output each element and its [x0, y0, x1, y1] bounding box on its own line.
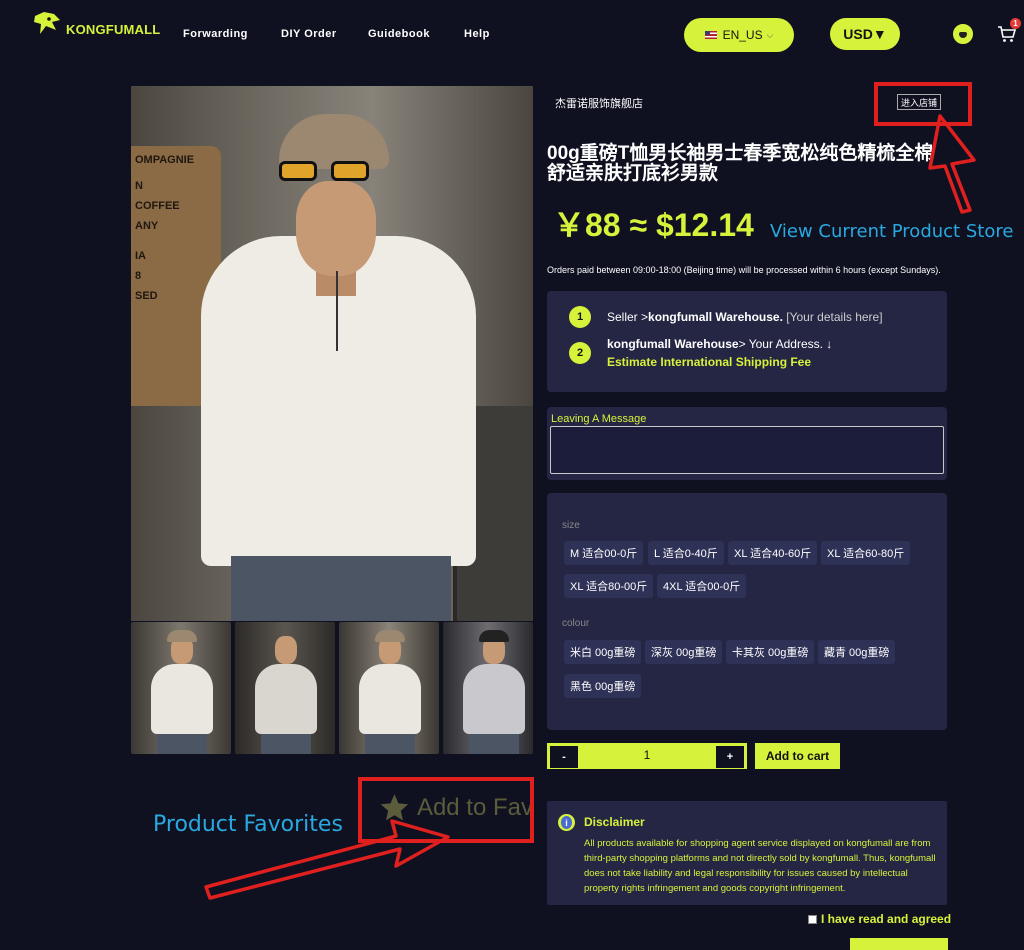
add-to-cart-button[interactable]: Add to cart: [755, 743, 840, 769]
estimate-shipping-link[interactable]: Estimate International Shipping Fee: [607, 355, 811, 369]
brand-name: KONGFUMALL: [66, 21, 161, 37]
quantity-input[interactable]: 1: [576, 748, 718, 762]
size-option[interactable]: L 适合0-40斤: [648, 541, 724, 565]
language-selector[interactable]: EN_US ⌵: [684, 18, 794, 52]
model-necklace: [336, 271, 338, 351]
thumbnail-4[interactable]: [443, 622, 533, 754]
photo-text: SED: [135, 290, 158, 302]
photo-text: ANY: [135, 220, 159, 232]
currency-selector[interactable]: USD▼: [830, 18, 900, 50]
nav-link-guidebook[interactable]: Guidebook: [368, 28, 430, 40]
colour-option[interactable]: 卡其灰 00g重磅: [726, 640, 815, 664]
shipping-step-1: Seller >kongfumall Warehouse. [Your deta…: [607, 310, 883, 324]
buy-now-button[interactable]: [850, 938, 948, 950]
thumbnail-2[interactable]: [235, 622, 335, 754]
info-icon: [558, 814, 575, 831]
photo-text: N: [135, 180, 143, 192]
nav-link-diy-order[interactable]: DIY Order: [281, 28, 337, 40]
annotation-box-store: [874, 82, 972, 126]
options-card: size M 适合00-0斤 L 适合0-40斤 XL 适合40-60斤 XL …: [547, 493, 947, 730]
nav-link-help[interactable]: Help: [464, 28, 490, 40]
annotation-store-label: View Current Product Store: [770, 221, 1014, 242]
shipping-route-card: 1 Seller >kongfumall Warehouse. [Your de…: [547, 291, 947, 392]
step-number: 1: [569, 306, 591, 328]
size-option[interactable]: XL 适合40-60斤: [728, 541, 818, 565]
decrease-quantity-button[interactable]: -: [550, 746, 578, 768]
currency-label: USD▼: [843, 26, 887, 42]
top-nav: KONGFUMALL Forwarding DIY Order Guideboo…: [0, 0, 1024, 68]
language-label: EN_US: [722, 28, 763, 42]
shipping-step-2: kongfumall Warehouse> Your Address. ↓: [607, 337, 833, 351]
brand-logo[interactable]: KONGFUMALL: [32, 10, 160, 38]
size-title: size: [562, 520, 580, 531]
main-product-image[interactable]: OMPAGNIE N COFFEE ANY IA 8 SED: [131, 86, 533, 621]
photo-text: 8: [135, 270, 142, 282]
chevron-down-icon: ⌵: [766, 29, 774, 40]
disclaimer-card: Disclaimer All products available for sh…: [547, 801, 947, 905]
user-avatar-icon[interactable]: [953, 24, 973, 44]
disclaimer-title: Disclaimer: [584, 815, 645, 829]
model-jeans: [231, 556, 451, 621]
size-option[interactable]: 4XL 适合00-0斤: [657, 574, 747, 598]
nav-link-forwarding[interactable]: Forwarding: [183, 28, 248, 40]
photo-text: OMPAGNIE: [135, 154, 195, 166]
message-card: Leaving A Message: [547, 407, 947, 480]
agree-checkbox[interactable]: [808, 914, 817, 924]
product-title: 00g重磅T恤男长袖男士春季宽松纯色精梳全棉舒适亲肤打底衫男款: [547, 143, 934, 184]
thumbnail-1[interactable]: [131, 622, 231, 754]
annotation-box-favorites: [358, 777, 534, 843]
thumbnail-3[interactable]: [339, 622, 439, 754]
size-option[interactable]: XL 适合80-00斤: [564, 574, 654, 598]
photo-text: IA: [135, 250, 146, 262]
increase-quantity-button[interactable]: +: [716, 746, 744, 768]
cart-count-badge: 1: [1010, 18, 1021, 29]
message-label: Leaving A Message: [551, 413, 647, 425]
colour-option[interactable]: 黑色 00g重磅: [564, 674, 642, 698]
product-price: ￥88 ≈ $12.14: [553, 207, 754, 243]
logo-mark-icon: [32, 10, 62, 38]
colour-option[interactable]: 藏青 00g重磅: [818, 640, 896, 664]
agree-checkbox-row[interactable]: I have read and agreed: [808, 912, 951, 926]
size-option[interactable]: M 适合00-0斤: [564, 541, 644, 565]
annotation-favorites-label: Product Favorites: [153, 812, 343, 837]
us-flag-icon: [704, 31, 717, 39]
photo-text: COFFEE: [135, 200, 180, 212]
quantity-stepper: - 1 +: [547, 743, 747, 769]
colour-title: colour: [562, 618, 590, 629]
disclaimer-body: All products available for shopping agen…: [584, 838, 936, 894]
model-head: [296, 181, 376, 276]
size-option[interactable]: XL 适合60-80斤: [821, 541, 911, 565]
model-sunglasses: [279, 161, 369, 183]
shop-name[interactable]: 杰雷诺服饰旗舰店: [555, 95, 643, 111]
colour-option[interactable]: 米白 00g重磅: [564, 640, 642, 664]
agree-label: I have read and agreed: [821, 912, 952, 926]
step-number: 2: [569, 342, 591, 364]
colour-option[interactable]: 深灰 00g重磅: [645, 640, 723, 664]
processing-note: Orders paid between 09:00-18:00 (Beijing…: [547, 265, 941, 275]
message-textarea[interactable]: [550, 426, 944, 474]
